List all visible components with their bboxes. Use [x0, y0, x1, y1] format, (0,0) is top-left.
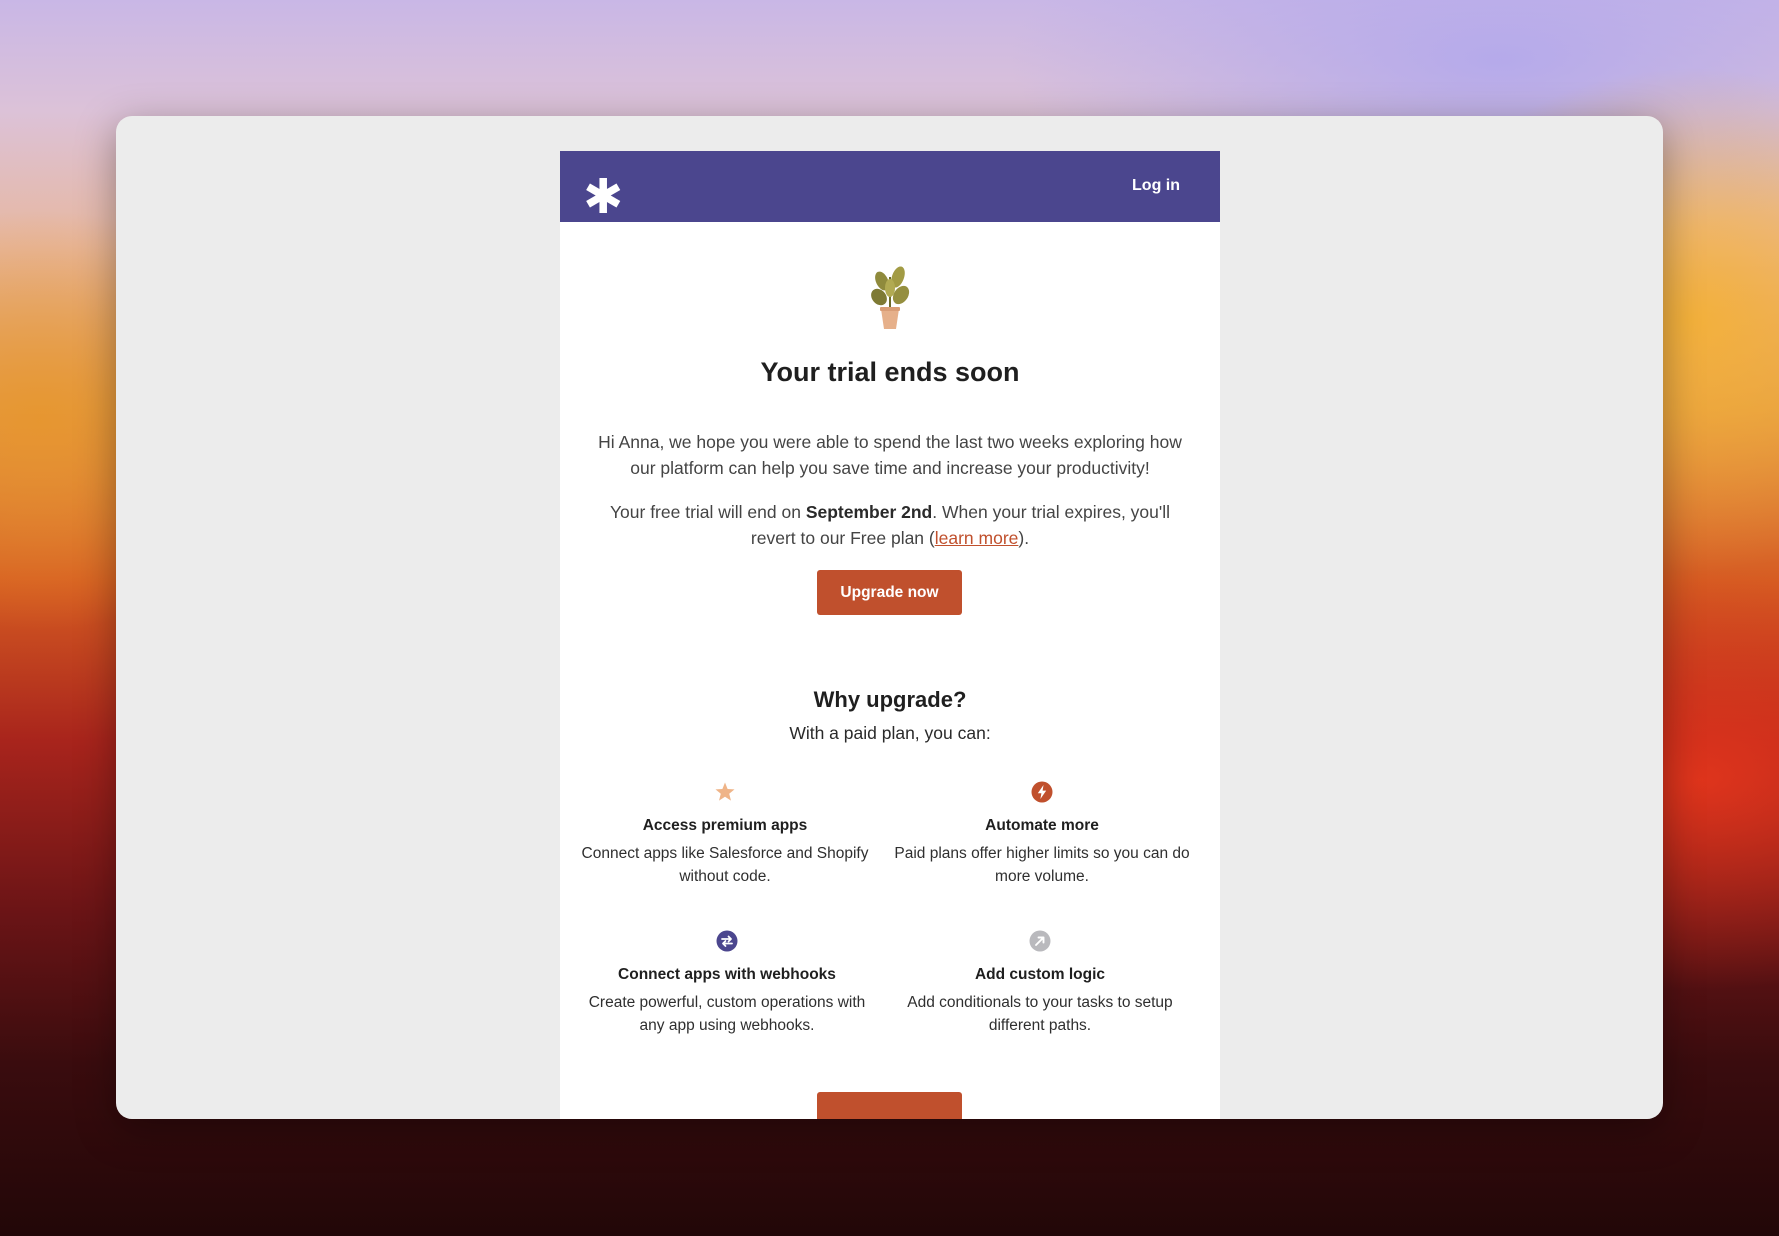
trial-end-text: Your free trial will end on September 2n…: [590, 499, 1190, 551]
intro-text: Hi Anna, we hope you were able to spend …: [598, 432, 1182, 478]
page-title: Your trial ends soon: [760, 357, 1020, 387]
trial-date: September 2nd: [805, 502, 933, 522]
feature-description: Create powerful, custom operations with …: [588, 994, 866, 1034]
feature-title: Access premium apps: [642, 817, 808, 834]
potted-plant-icon: [871, 266, 910, 329]
upgrade-now-button[interactable]: Upgrade now: [817, 570, 962, 615]
trial-prefix: Your free trial will end on: [609, 502, 806, 522]
diagonal-arrow-icon: [1029, 930, 1051, 952]
app-window: ✱ Log in Your trial ends soon Hi Anna, w…: [116, 116, 1663, 1119]
email-header: ✱ Log in: [560, 151, 1220, 225]
feature-description: Connect apps like Salesforce and Shopify…: [581, 845, 869, 885]
swap-arrows-icon: [716, 930, 738, 952]
asterisk-logo-icon[interactable]: ✱: [583, 169, 623, 225]
email-body: ✱ Log in Your trial ends soon Hi Anna, w…: [560, 151, 1220, 1119]
feature-custom-logic: Add custom logic Add conditionals to you…: [890, 930, 1190, 1037]
feature-title: Add custom logic: [974, 966, 1106, 983]
login-link[interactable]: Log in: [1132, 177, 1180, 195]
feature-title: Automate more: [985, 817, 1099, 834]
feature-premium-apps: Access premium apps Connect apps like Sa…: [575, 781, 875, 888]
feature-webhooks: Connect apps with webhooks Create powerf…: [577, 930, 877, 1037]
why-upgrade-subtitle: With a paid plan, you can:: [789, 723, 991, 743]
lightning-icon: [1031, 781, 1053, 803]
feature-description: Paid plans offer higher limits so you ca…: [894, 845, 1190, 885]
feature-title: Connect apps with webhooks: [618, 966, 836, 983]
feature-description: Add conditionals to your tasks to setup …: [907, 994, 1173, 1034]
why-upgrade-title: Why upgrade?: [813, 687, 967, 712]
learn-more-link[interactable]: learn more: [935, 528, 1019, 548]
trial-suffix: ).: [1018, 528, 1030, 548]
upgrade-button-bottom[interactable]: [817, 1092, 962, 1119]
star-icon: [715, 782, 735, 801]
feature-automate-more: Automate more Paid plans offer higher li…: [892, 781, 1192, 888]
